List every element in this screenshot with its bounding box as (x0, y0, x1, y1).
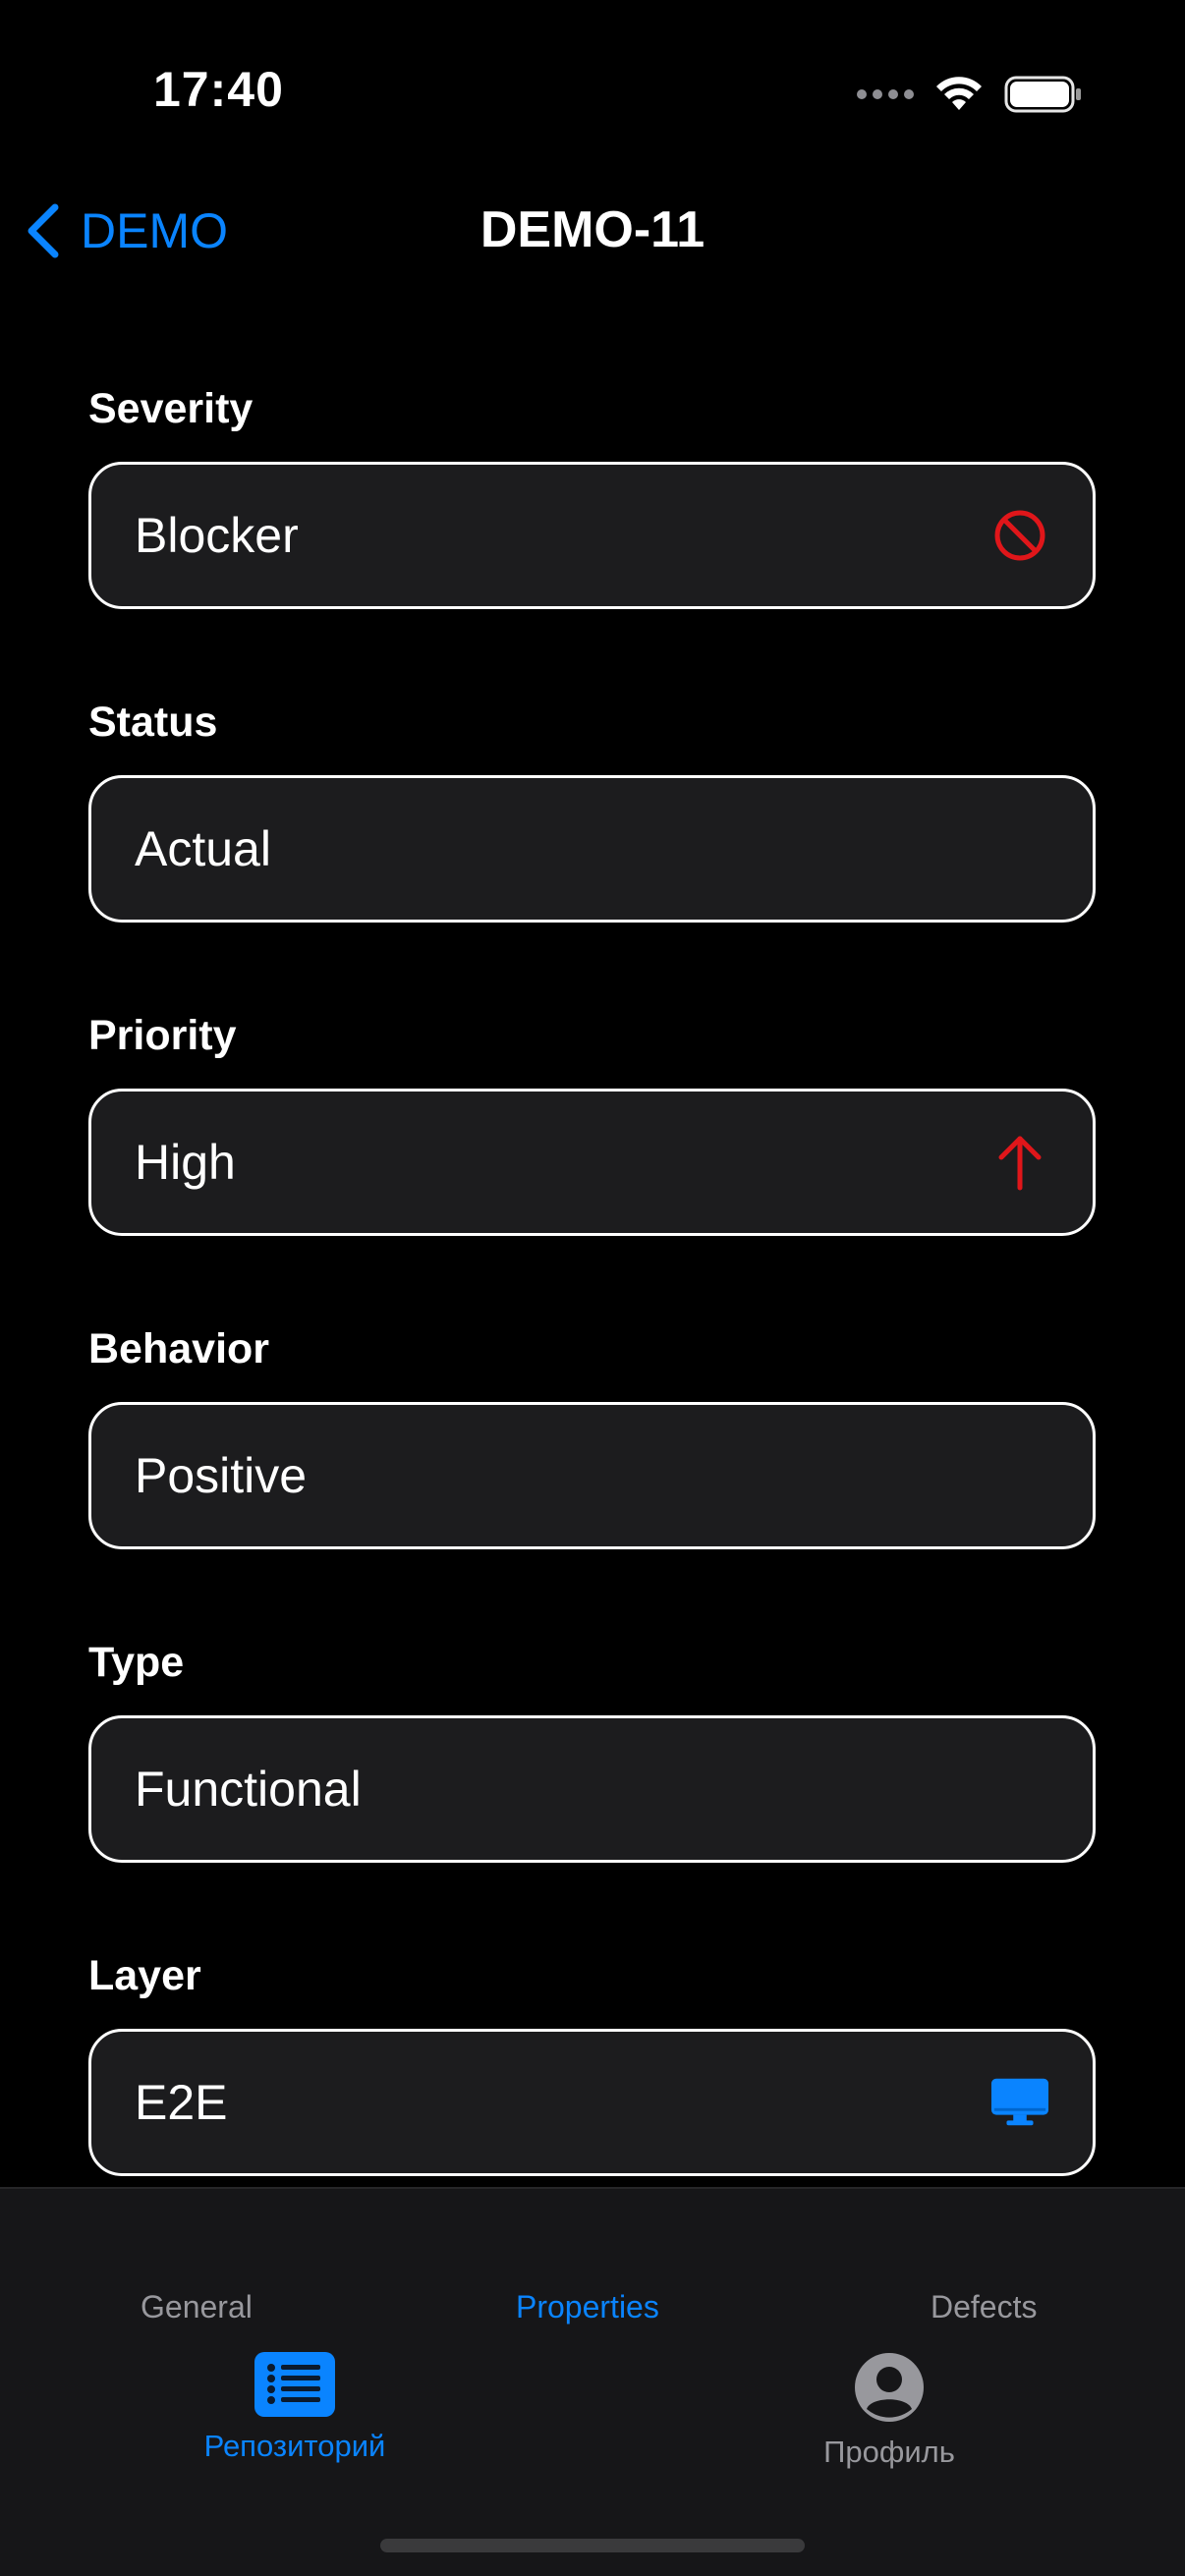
profile-icon (855, 2353, 924, 2422)
status-value: Actual (135, 821, 271, 876)
priority-field[interactable]: High (88, 1089, 1096, 1236)
status-field[interactable]: Actual (88, 775, 1096, 923)
bottom-bar (0, 2187, 1185, 2576)
cellular-signal-icon (857, 89, 914, 99)
desktop-icon (990, 2073, 1049, 2132)
page-title: DEMO-11 (480, 201, 705, 258)
blocker-icon (990, 506, 1049, 565)
tab-defects[interactable]: Defects (931, 2289, 1037, 2325)
tab-repository[interactable]: Репозиторий (187, 2352, 403, 2464)
severity-label: Severity (88, 385, 254, 432)
layer-label: Layer (88, 1952, 201, 1999)
screen: 17:40 DEMO DEMO-11 Severity Blocker Stat… (0, 0, 1185, 2576)
tab-repository-label: Репозиторий (203, 2429, 386, 2463)
status-label: Status (88, 699, 218, 746)
wifi-icon (936, 77, 982, 110)
tab-profile[interactable]: Профиль (781, 2352, 997, 2470)
tab-profile-label: Профиль (823, 2435, 955, 2469)
tab-general[interactable]: General (141, 2289, 253, 2325)
type-value: Functional (135, 1762, 362, 1817)
behavior-label: Behavior (88, 1325, 270, 1372)
type-label: Type (88, 1639, 185, 1686)
type-field[interactable]: Functional (88, 1715, 1096, 1863)
behavior-field[interactable]: Positive (88, 1402, 1096, 1549)
arrow-up-icon (990, 1133, 1049, 1192)
list-icon (254, 2352, 335, 2417)
home-indicator[interactable] (380, 2539, 805, 2552)
layer-field[interactable]: E2E (88, 2029, 1096, 2176)
priority-label: Priority (88, 1012, 237, 1059)
severity-field[interactable]: Blocker (88, 462, 1096, 609)
severity-value: Blocker (135, 508, 299, 563)
tab-properties[interactable]: Properties (516, 2289, 659, 2325)
status-time: 17:40 (153, 62, 284, 117)
behavior-value: Positive (135, 1448, 308, 1503)
layer-value: E2E (135, 2075, 228, 2130)
priority-value: High (135, 1135, 236, 1190)
battery-icon (1004, 76, 1081, 113)
status-icons (857, 71, 1083, 118)
